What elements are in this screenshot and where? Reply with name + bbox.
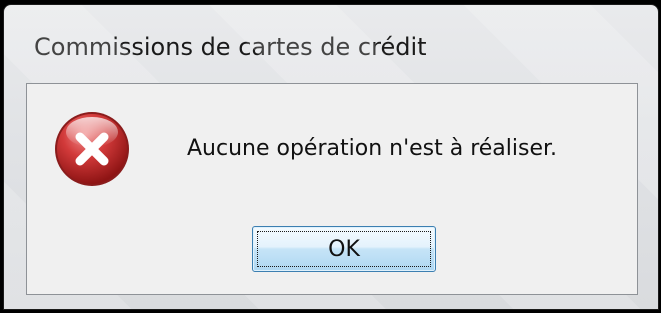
dialog-content: Aucune opération n'est à réaliser. OK bbox=[26, 83, 638, 295]
ok-button[interactable]: OK bbox=[252, 226, 436, 272]
error-icon bbox=[55, 112, 129, 186]
message-dialog-window: Commissions de cartes de crédit Aucune o… bbox=[3, 4, 659, 310]
window-title: Commissions de cartes de crédit bbox=[34, 33, 427, 61]
title-bar[interactable]: Commissions de cartes de crédit bbox=[4, 5, 658, 81]
ok-button-label: OK bbox=[328, 236, 360, 262]
dialog-message: Aucune opération n'est à réaliser. bbox=[187, 136, 558, 161]
